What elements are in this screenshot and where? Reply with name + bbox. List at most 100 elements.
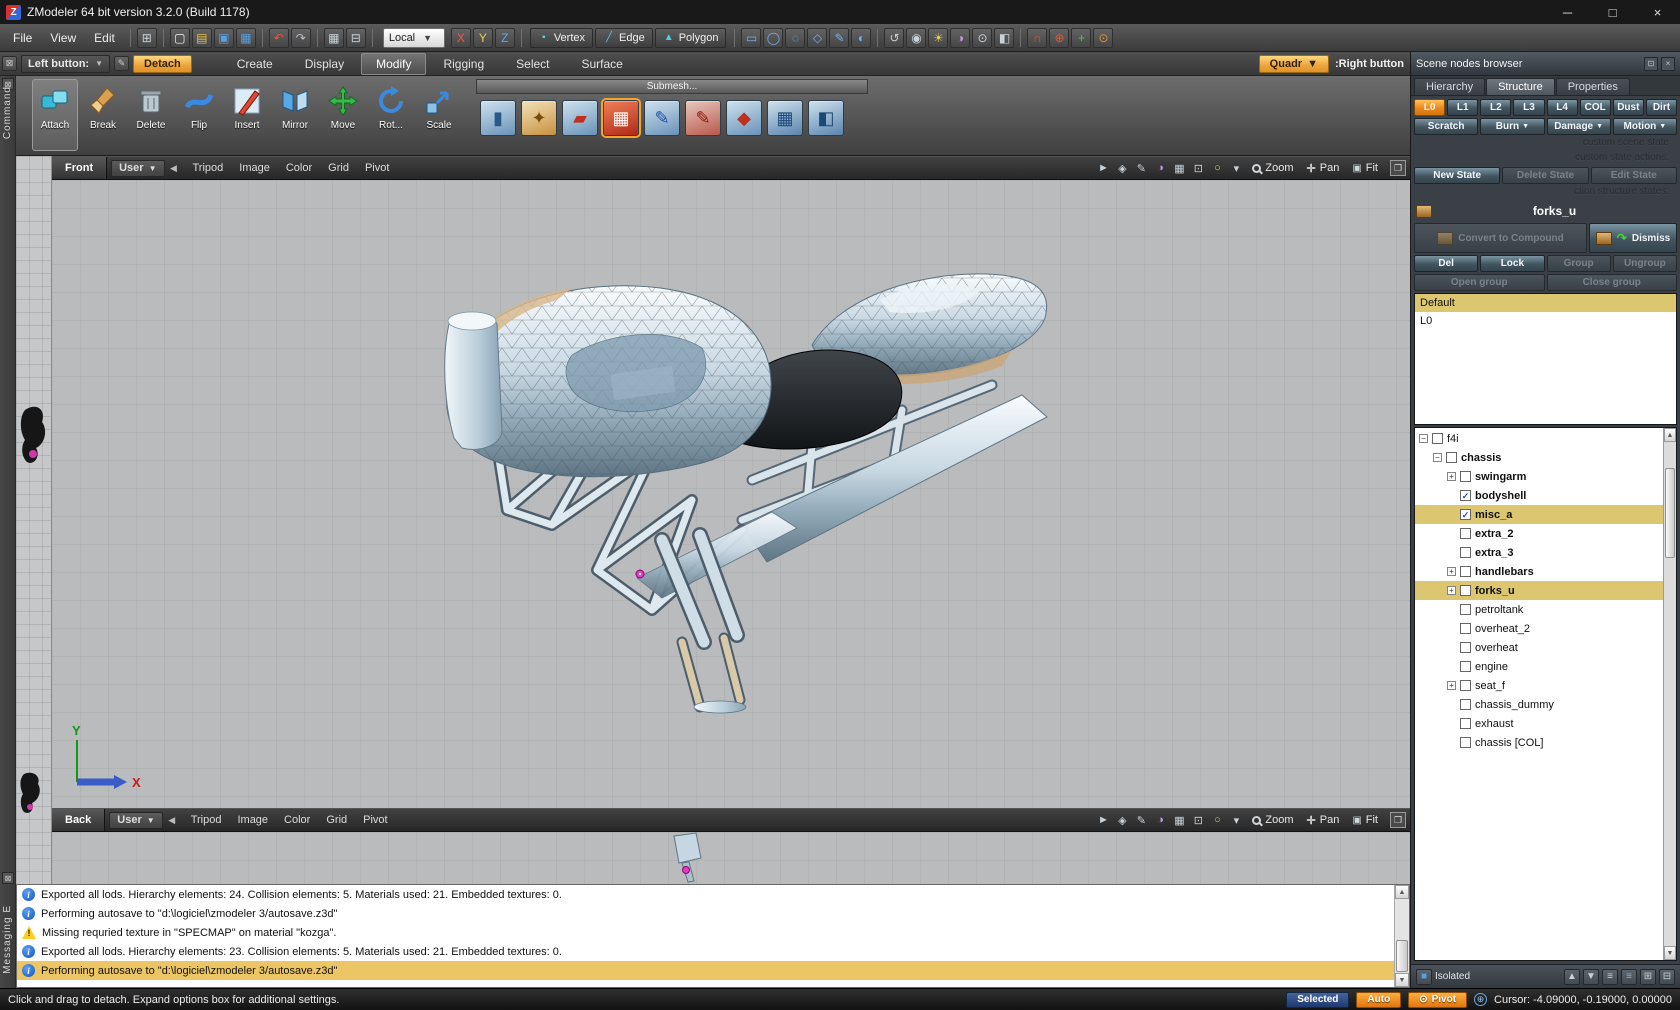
grid-settings-icon[interactable]: ▦ bbox=[323, 27, 344, 48]
expander-icon[interactable]: + bbox=[1447, 586, 1456, 595]
submesh-cylinder-icon[interactable]: ▮ bbox=[480, 100, 516, 136]
submesh-detach-icon[interactable]: ▦ bbox=[601, 98, 641, 138]
command-panel-label[interactable]: Command bbox=[2, 86, 13, 139]
log-line[interactable]: i Performing autosave to "d:\logiciel\zmo… bbox=[17, 961, 1394, 980]
tab-modify[interactable]: Modify bbox=[361, 52, 427, 75]
save-file-icon[interactable]: ▣ bbox=[213, 27, 234, 48]
submesh-extrude-icon[interactable]: ▰ bbox=[562, 100, 598, 136]
bulb-icon[interactable]: ○ bbox=[1209, 812, 1225, 828]
sort-list-icon[interactable]: ≡ bbox=[1602, 968, 1618, 985]
lod-l3-button[interactable]: L3 bbox=[1513, 99, 1545, 116]
new-file-icon[interactable]: ▢ bbox=[169, 27, 190, 48]
fit-button[interactable]: ▣ Fit bbox=[1347, 162, 1383, 174]
panel-tab-properties[interactable]: Properties bbox=[1555, 78, 1630, 95]
mirror-view-icon[interactable]: ◧ bbox=[994, 27, 1015, 48]
select-arrow-icon[interactable]: ► bbox=[1095, 160, 1111, 176]
scroll-down-icon[interactable]: ▼ bbox=[1664, 946, 1676, 960]
visibility-checkbox[interactable] bbox=[1460, 528, 1471, 539]
tab-surface[interactable]: Surface bbox=[567, 53, 638, 75]
pin-panel-icon[interactable]: ⊡ bbox=[1644, 56, 1658, 71]
tree-node-exhaust[interactable]: exhaust bbox=[1415, 714, 1663, 733]
hand-icon[interactable]: ◈ bbox=[1114, 812, 1130, 828]
tool-break-button[interactable]: Break bbox=[80, 79, 126, 151]
visibility-checkbox[interactable] bbox=[1460, 623, 1471, 634]
log-line[interactable]: Missing requried texture in "SPECMAP" on… bbox=[17, 923, 1394, 942]
isolated-cube-icon[interactable]: ■ bbox=[1416, 968, 1432, 985]
state-motion-button[interactable]: Motion ▼ bbox=[1612, 118, 1677, 135]
visibility-checkbox[interactable] bbox=[1460, 585, 1471, 596]
light-icon[interactable]: ☀ bbox=[928, 27, 949, 48]
visibility-checkbox[interactable] bbox=[1446, 452, 1457, 463]
tool-options-icon[interactable]: ✎ bbox=[114, 56, 130, 71]
vertex-icon[interactable]: ▪ bbox=[538, 32, 550, 44]
hand-icon[interactable]: ◈ bbox=[1114, 160, 1130, 176]
eye-icon[interactable]: ◉ bbox=[906, 27, 927, 48]
close-group-button[interactable]: Close group bbox=[1546, 274, 1677, 291]
tab-create[interactable]: Create bbox=[222, 53, 288, 75]
polygon-icon[interactable]: ▲ bbox=[663, 32, 675, 44]
save-all-icon[interactable]: ▦ bbox=[235, 27, 256, 48]
lod-dirt-button[interactable]: Dirt bbox=[1645, 99, 1677, 116]
sort-list2-icon[interactable]: ≡ bbox=[1621, 968, 1637, 985]
minimize-button[interactable]: ─ bbox=[1545, 0, 1590, 24]
grid-toggle-icon[interactable]: ▦ bbox=[1171, 812, 1187, 828]
state-item-default[interactable]: Default bbox=[1415, 294, 1676, 312]
submesh-edit-icon[interactable]: ✎ bbox=[644, 100, 680, 136]
bulb-icon[interactable]: ○ bbox=[1209, 160, 1225, 176]
viewport-menu-image[interactable]: Image bbox=[229, 814, 276, 826]
expander-icon[interactable]: − bbox=[1433, 453, 1442, 462]
view-user-dropdown[interactable]: User ▼ bbox=[111, 159, 165, 177]
selected-mode-chip[interactable]: Selected bbox=[1286, 991, 1350, 1008]
edit-state-button[interactable]: Edit State bbox=[1590, 167, 1677, 184]
viewport-menu-grid[interactable]: Grid bbox=[318, 814, 355, 826]
pivot-mini-icon[interactable]: ⊙ bbox=[1093, 27, 1114, 48]
maximize-button[interactable]: □ bbox=[1590, 0, 1635, 24]
maximize-viewport-icon[interactable]: ❒ bbox=[1390, 160, 1406, 176]
tree-node-petroltank[interactable]: petroltank bbox=[1415, 600, 1663, 619]
expander-icon[interactable]: + bbox=[1447, 472, 1456, 481]
viewport-front-name[interactable]: Front bbox=[52, 157, 108, 179]
tree-node-misc_a[interactable]: ✓ misc_a bbox=[1415, 505, 1663, 524]
visibility-checkbox[interactable] bbox=[1460, 680, 1471, 691]
viewport-menu-color[interactable]: Color bbox=[278, 162, 320, 174]
lod-l1-button[interactable]: L1 bbox=[1447, 99, 1479, 116]
scrollbar-thumb[interactable] bbox=[1396, 940, 1408, 972]
tab-rigging[interactable]: Rigging bbox=[428, 53, 499, 75]
ungroup-button[interactable]: Ungroup bbox=[1612, 255, 1677, 272]
viewport-menu-tripod[interactable]: Tripod bbox=[183, 814, 230, 826]
tool-attach-button[interactable]: Attach bbox=[32, 79, 78, 151]
tree-scrollbar[interactable]: ▲ ▼ bbox=[1663, 428, 1676, 960]
pivot-mode-chip[interactable]: ⊙ Pivot bbox=[1408, 991, 1468, 1008]
viewport-back-name[interactable]: Back bbox=[52, 809, 106, 831]
render-icon[interactable]: ⊙ bbox=[972, 27, 993, 48]
tab-select[interactable]: Select bbox=[501, 53, 564, 75]
tree-node-forks_u[interactable]: + forks_u bbox=[1415, 581, 1663, 600]
material-icon[interactable]: ◑ bbox=[1152, 160, 1168, 176]
mode-edge-button[interactable]: ╱ Edge bbox=[595, 27, 653, 48]
paint-icon[interactable]: ✎ bbox=[1133, 160, 1149, 176]
visibility-checkbox[interactable]: ✓ bbox=[1460, 509, 1471, 520]
select-rect-icon[interactable]: ▭ bbox=[741, 27, 762, 48]
collapse-arrow-icon[interactable]: ◀ bbox=[165, 812, 179, 828]
screenshot-icon[interactable]: ⊡ bbox=[1190, 160, 1206, 176]
lod-col-button[interactable]: COL bbox=[1579, 99, 1611, 116]
model-thumbnail-back[interactable] bbox=[19, 770, 45, 816]
pan-button[interactable]: ✛ Pan bbox=[1302, 814, 1345, 827]
model-thumbnail-front[interactable] bbox=[19, 402, 49, 474]
expander-icon[interactable]: + bbox=[1447, 567, 1456, 576]
select-paint-icon[interactable]: ✎ bbox=[829, 27, 850, 48]
convert-to-compound-button[interactable]: Convert to Compound bbox=[1414, 223, 1587, 253]
state-item-l0[interactable]: L0 bbox=[1415, 312, 1676, 330]
grid-toggle-icon[interactable]: ▦ bbox=[1171, 160, 1187, 176]
visibility-checkbox[interactable] bbox=[1460, 661, 1471, 672]
tool-mirror-button[interactable]: Mirror bbox=[272, 79, 318, 151]
tab-display[interactable]: Display bbox=[290, 53, 359, 75]
tree-node-chassiscol[interactable]: chassis [COL] bbox=[1415, 733, 1663, 752]
viewport-menu-color[interactable]: Color bbox=[276, 814, 318, 826]
tool-delete-button[interactable]: Delete bbox=[128, 79, 174, 151]
tree-node-engine[interactable]: engine bbox=[1415, 657, 1663, 676]
state-burn-button[interactable]: Burn ▼ bbox=[1480, 118, 1545, 135]
tree-node-swingarm[interactable]: + swingarm bbox=[1415, 467, 1663, 486]
viewport-front[interactable]: Y X bbox=[52, 180, 1410, 808]
scroll-down-icon[interactable]: ▼ bbox=[1395, 973, 1409, 987]
